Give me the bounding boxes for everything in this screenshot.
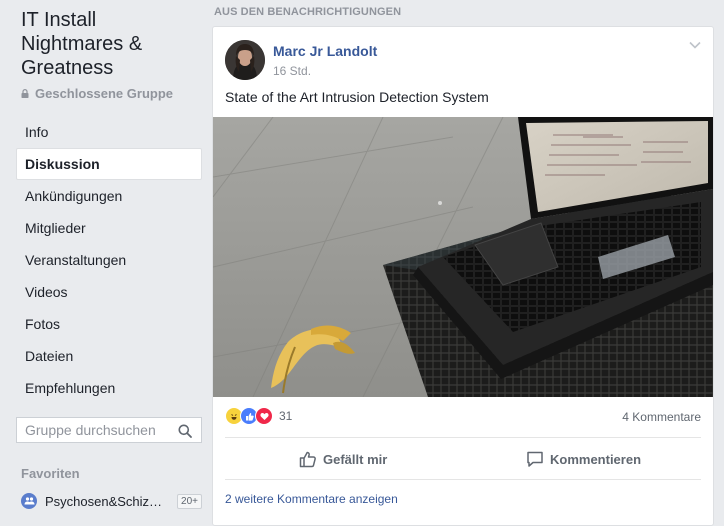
nav-item-info[interactable]: Info xyxy=(16,116,202,148)
comment-icon xyxy=(527,451,543,467)
comment-button[interactable]: Kommentieren xyxy=(526,445,641,473)
thumbs-up-icon xyxy=(299,451,316,468)
favorites-heading: Favoriten xyxy=(21,466,80,481)
nav-item-videos[interactable]: Videos xyxy=(16,276,202,308)
post-timestamp[interactable]: 16 Std. xyxy=(273,64,311,78)
group-search-input[interactable] xyxy=(25,422,175,438)
favorite-item-label: Psychosen&Schiz… xyxy=(45,493,163,509)
more-comments-link[interactable]: 2 weitere Kommentare anzeigen xyxy=(225,492,398,506)
group-icon xyxy=(21,493,37,509)
group-privacy: Geschlossene Gruppe xyxy=(21,86,173,101)
like-button[interactable]: Gefällt mir xyxy=(299,445,387,473)
group-privacy-label: Geschlossene Gruppe xyxy=(35,86,173,101)
avatar[interactable] xyxy=(225,40,265,80)
nav-item-dateien[interactable]: Dateien xyxy=(16,340,202,372)
post-card: Marc Jr Landolt 16 Std. State of the Art… xyxy=(212,26,714,526)
reactions-summary[interactable]: 31 xyxy=(225,407,292,425)
nav-item-diskussion[interactable]: Diskussion xyxy=(16,148,202,180)
nav-item-empfehlungen[interactable]: Empfehlungen xyxy=(16,372,202,404)
post-photo[interactable] xyxy=(213,117,713,397)
search-icon[interactable] xyxy=(178,424,192,438)
nav-item-fotos[interactable]: Fotos xyxy=(16,308,202,340)
love-icon xyxy=(255,407,273,425)
like-button-label: Gefällt mir xyxy=(323,451,388,467)
reactions-count: 31 xyxy=(279,409,293,423)
favorite-item[interactable]: Psychosen&Schiz… 20+ xyxy=(21,490,202,512)
divider xyxy=(225,437,701,438)
section-label: AUS DEN BENACHRICHTIGUNGEN xyxy=(214,6,402,18)
lock-icon xyxy=(21,89,29,98)
group-search xyxy=(16,417,202,443)
comments-count[interactable]: 4 Kommentare xyxy=(622,410,701,424)
group-sidebar: IT Install Nightmares & Greatness Geschl… xyxy=(0,0,210,514)
chevron-down-icon[interactable] xyxy=(689,41,701,49)
nav-item-veranstaltungen[interactable]: Veranstaltungen xyxy=(16,244,202,276)
divider xyxy=(225,479,701,480)
nav-item-ankuendigungen[interactable]: Ankündigungen xyxy=(16,180,202,212)
group-title[interactable]: IT Install Nightmares & Greatness xyxy=(21,8,201,80)
comment-button-label: Kommentieren xyxy=(550,451,642,467)
post-author[interactable]: Marc Jr Landolt xyxy=(273,43,377,59)
group-nav: Info Diskussion Ankündigungen Mitglieder… xyxy=(16,116,202,404)
post-text: State of the Art Intrusion Detection Sys… xyxy=(225,89,489,105)
nav-item-mitglieder[interactable]: Mitglieder xyxy=(16,212,202,244)
favorite-item-count: 20+ xyxy=(177,493,202,509)
